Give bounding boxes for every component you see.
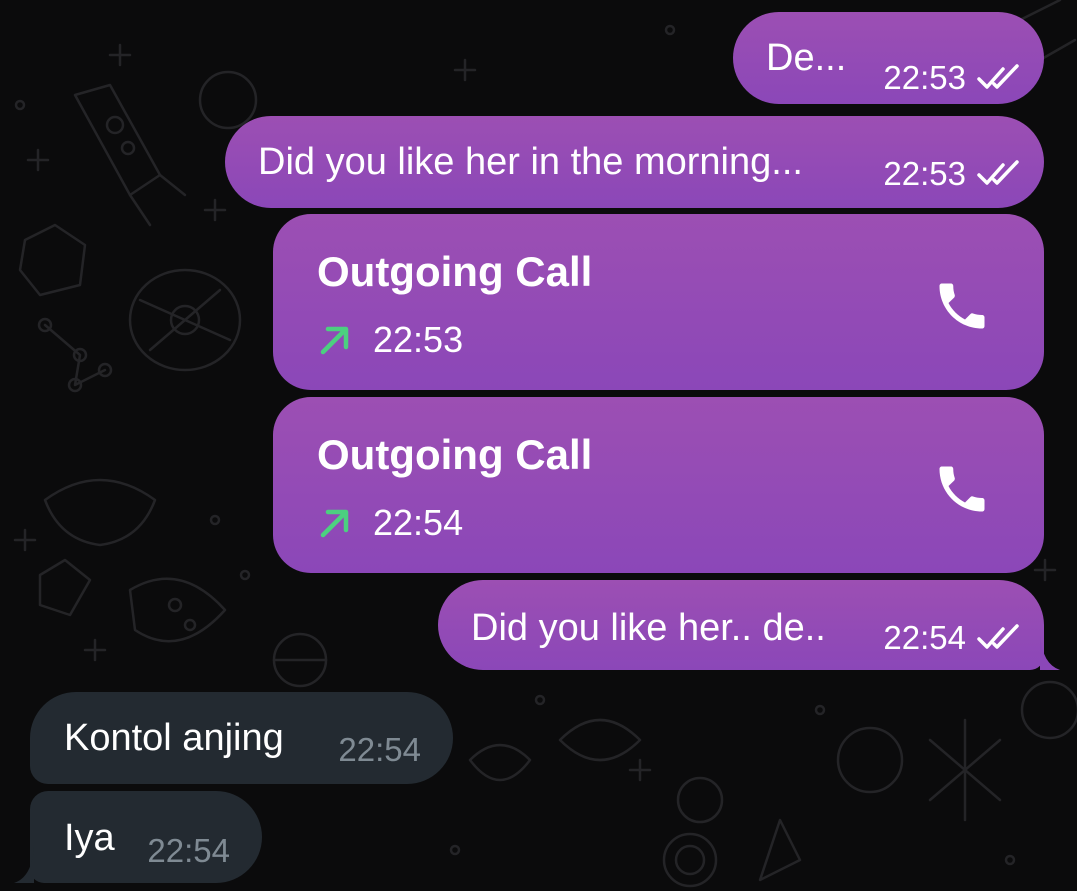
message-text: Kontol anjing xyxy=(64,717,284,759)
message-meta: 22:53 xyxy=(883,58,1024,98)
call-info: 22:53 xyxy=(317,318,463,362)
call-title: Outgoing Call xyxy=(317,248,593,295)
arrow-up-right-icon xyxy=(320,326,349,355)
message-text: Did you like her.. de.. xyxy=(471,607,826,649)
message-text: De... xyxy=(766,37,847,79)
message-meta: 22:53 xyxy=(883,154,1024,194)
bubble-tail xyxy=(14,847,34,883)
message-time: 22:54 xyxy=(338,731,421,768)
outgoing-message-bubble[interactable]: Did you like her.. de.. 22:54 xyxy=(438,580,1044,670)
message-meta: 22:54 xyxy=(883,618,1024,658)
outgoing-message-bubble[interactable]: De... 22:53 xyxy=(733,12,1044,104)
phone-icon[interactable] xyxy=(932,276,992,336)
bubble-tail xyxy=(1040,634,1060,670)
outgoing-call-bubble[interactable]: Outgoing Call 22:53 xyxy=(273,214,1044,390)
message-time: 22:54 xyxy=(883,619,966,656)
message-time: 22:53 xyxy=(883,59,966,96)
arrow-up-right-icon xyxy=(320,509,349,538)
message-time: 22:54 xyxy=(147,832,230,869)
call-time: 22:54 xyxy=(373,502,464,543)
message-time: 22:53 xyxy=(883,155,966,192)
outgoing-message-bubble[interactable]: Did you like her in the morning... 22:53 xyxy=(225,116,1044,208)
incoming-message-bubble[interactable]: Kontol anjing 22:54 xyxy=(30,692,453,784)
incoming-message-bubble[interactable]: Iya 22:54 xyxy=(30,791,262,883)
call-info: 22:54 xyxy=(317,501,463,545)
outgoing-call-bubble[interactable]: Outgoing Call 22:54 xyxy=(273,397,1044,573)
call-time: 22:53 xyxy=(373,319,464,360)
double-check-icon xyxy=(977,624,1019,649)
phone-icon[interactable] xyxy=(932,459,992,519)
call-title: Outgoing Call xyxy=(317,431,593,478)
double-check-icon xyxy=(977,64,1019,89)
message-text: Iya xyxy=(64,817,115,859)
message-text: Did you like her in the morning... xyxy=(258,141,803,183)
double-check-icon xyxy=(977,160,1019,185)
